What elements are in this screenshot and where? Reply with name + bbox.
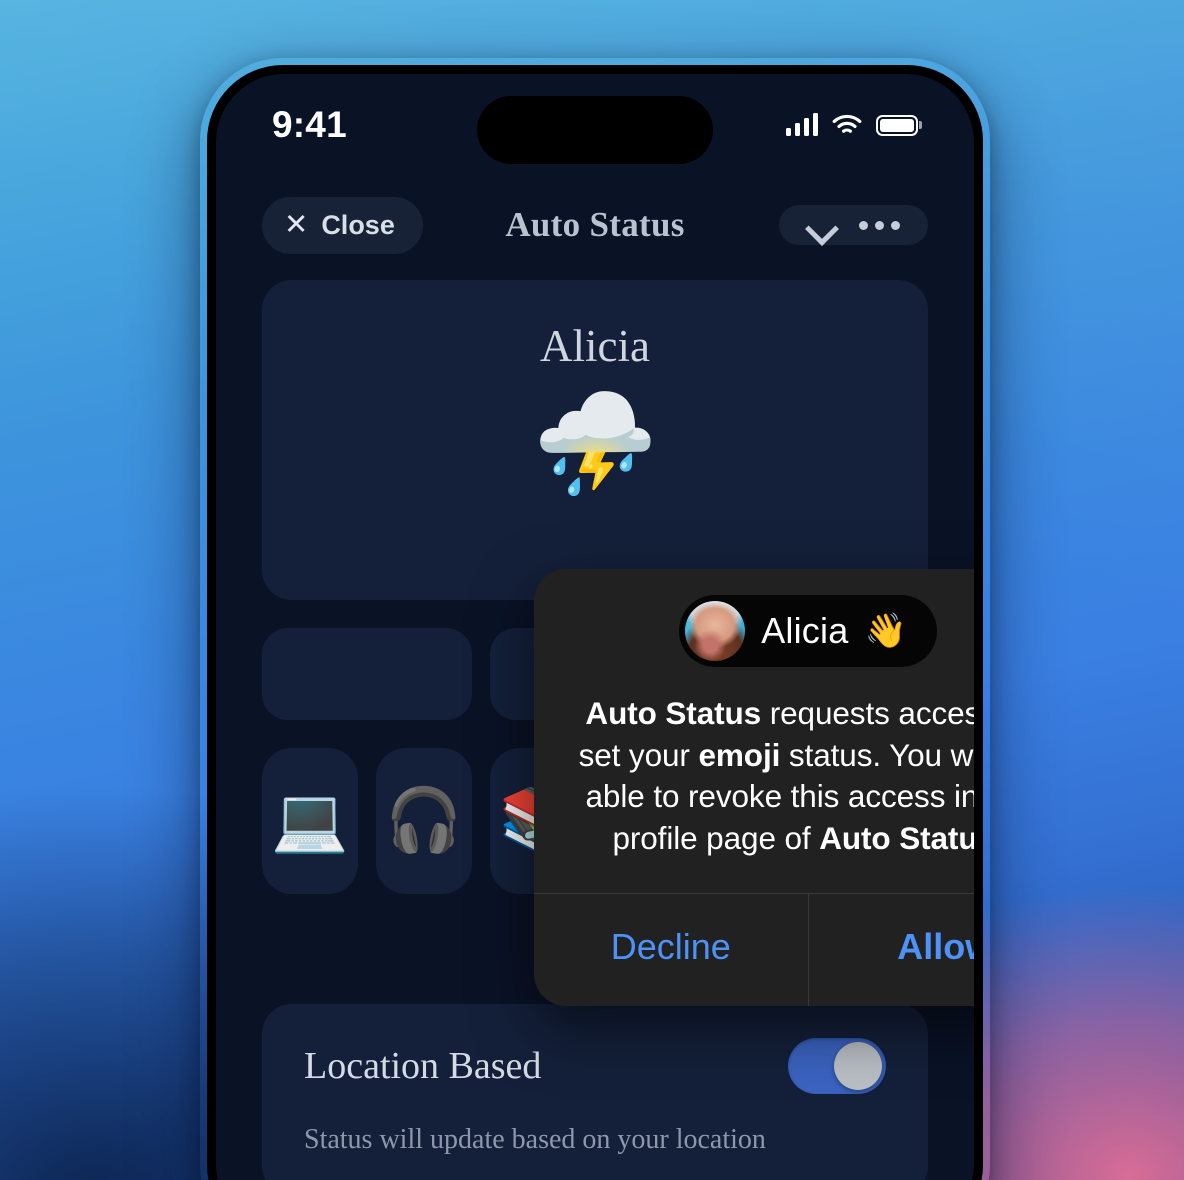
location-based-card: Location Based Status will update based … — [262, 1004, 928, 1180]
location-subtitle: Status will update based on your locatio… — [304, 1124, 766, 1155]
dialog-body: Alicia 👋 Auto Status requests access to … — [534, 569, 974, 893]
status-indicators — [785, 113, 918, 136]
close-x-icon: ✕ — [284, 208, 309, 241]
battery-icon — [876, 114, 918, 136]
wave-hand-icon: 👋 — [864, 612, 907, 650]
decline-button[interactable]: Decline — [534, 894, 809, 1007]
page-title: Auto Status — [505, 205, 685, 244]
phone-screen: 9:41 ✕ Close Auto Status Alicia ⛈️ 💻 🎧 L… — [216, 74, 974, 1180]
navigation-bar: ✕ Close Auto Status — [216, 170, 974, 280]
status-time: 9:41 — [272, 104, 347, 145]
status-preview-card: Alicia ⛈️ — [262, 280, 928, 600]
location-toggle[interactable] — [788, 1038, 886, 1094]
emoji-tile[interactable]: 💻 — [262, 748, 358, 894]
location-card-header: Location Based — [304, 1038, 886, 1094]
toggle-knob — [834, 1042, 882, 1090]
nav-actions-group — [779, 205, 928, 245]
dynamic-island — [477, 96, 713, 164]
status-emoji: ⛈️ — [532, 388, 658, 500]
emoji-tile[interactable]: 🎧 — [376, 748, 472, 894]
chevron-down-icon[interactable] — [807, 217, 835, 233]
status-user-name: Alicia — [540, 321, 650, 371]
more-options-icon[interactable] — [859, 220, 900, 230]
allow-button[interactable]: Allow — [809, 894, 974, 1006]
cellular-signal-icon — [785, 113, 818, 136]
suggestion-pill[interactable] — [262, 628, 472, 720]
phone-device-frame: 9:41 ✕ Close Auto Status Alicia ⛈️ 💻 🎧 L… — [200, 58, 990, 1180]
location-title: Location Based — [304, 1045, 542, 1087]
identity-name: Alicia — [761, 610, 849, 651]
phone-bezel: 9:41 ✕ Close Auto Status Alicia ⛈️ 💻 🎧 L… — [207, 65, 983, 1180]
close-button-label: Close — [321, 209, 395, 240]
close-button[interactable]: ✕ Close — [262, 196, 423, 254]
identity-pill: Alicia 👋 — [679, 595, 937, 667]
dialog-actions: Decline Allow — [534, 893, 974, 1007]
wifi-icon — [832, 114, 862, 133]
permission-dialog: Alicia 👋 Auto Status requests access to … — [534, 569, 974, 1007]
user-avatar — [685, 601, 746, 661]
dialog-message: Auto Status requests access to set your … — [578, 695, 974, 856]
